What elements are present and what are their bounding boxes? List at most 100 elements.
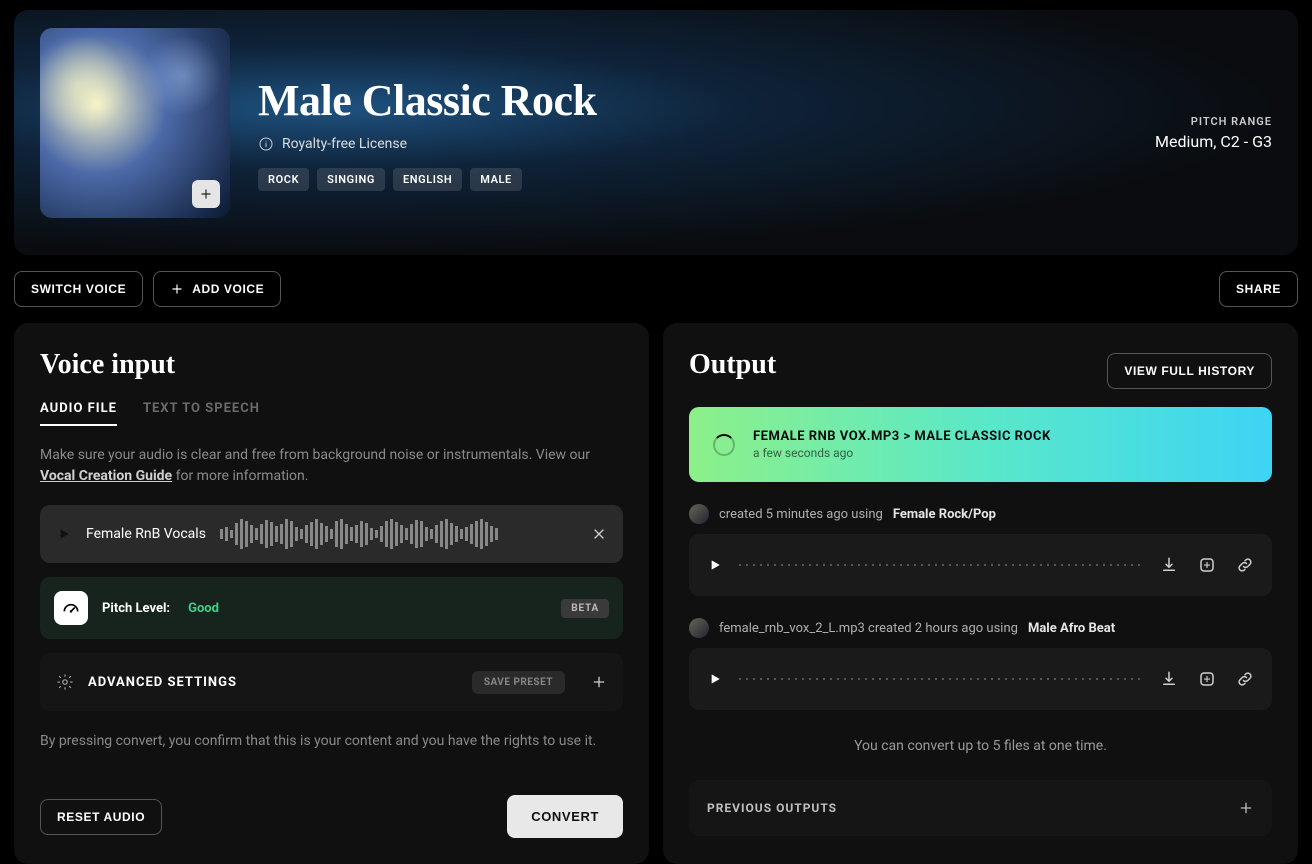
share-label: SHARE (1236, 282, 1281, 296)
tag-item: ROCK (258, 168, 309, 191)
sparkle-icon (1198, 670, 1216, 688)
play-button[interactable] (707, 671, 723, 687)
download-icon (1160, 556, 1178, 574)
enhance-button[interactable] (1198, 670, 1216, 688)
avatar (689, 618, 709, 638)
output-item: female_rnb_vox_2_L.mp3 created 2 hours a… (689, 618, 1272, 710)
tag-item: MALE (470, 168, 522, 191)
share-button[interactable]: SHARE (1219, 271, 1298, 307)
output-panel: Output VIEW FULL HISTORY FEMALE RNB VOX.… (663, 323, 1298, 864)
output-item-prefix: created 5 minutes ago using (719, 507, 883, 522)
pitch-range: PITCH RANGE Medium, C2 - G3 (1155, 115, 1272, 151)
play-icon (56, 526, 72, 542)
license-text: Royalty-free License (282, 136, 407, 152)
pitch-range-label: PITCH RANGE (1155, 115, 1272, 128)
voice-input-title: Voice input (40, 349, 623, 381)
view-full-history-button[interactable]: VIEW FULL HISTORY (1107, 353, 1272, 389)
convert-button[interactable]: CONVERT (507, 795, 623, 838)
audio-player (689, 534, 1272, 596)
help-text-2: for more information. (176, 468, 309, 484)
processing-card: FEMALE RNB VOX.MP3 > MALE CLASSIC ROCK a… (689, 407, 1272, 482)
share-link-button[interactable] (1236, 556, 1254, 574)
help-text: Make sure your audio is clear and free f… (40, 445, 623, 487)
link-icon (1236, 556, 1254, 574)
play-button[interactable] (56, 526, 72, 542)
voice-title: Male Classic Rock (258, 75, 597, 126)
voice-image (40, 28, 230, 218)
play-icon (707, 671, 723, 687)
pitch-level-label: Pitch Level: (102, 601, 170, 616)
reset-audio-button[interactable]: RESET AUDIO (40, 799, 162, 835)
add-image-button[interactable] (192, 180, 220, 208)
player-actions (1160, 670, 1254, 688)
tag-list: ROCK SINGING ENGLISH MALE (258, 168, 597, 191)
info-icon (258, 136, 274, 152)
play-icon (707, 557, 723, 573)
switch-voice-label: SWITCH VOICE (31, 282, 126, 296)
uploaded-audio-row: Female RnB Vocals (40, 505, 623, 563)
previous-outputs-label: PREVIOUS OUTPUTS (707, 801, 837, 815)
convert-hint: You can convert up to 5 files at one tim… (689, 738, 1272, 754)
avatar (689, 504, 709, 524)
audio-file-name: Female RnB Vocals (86, 526, 206, 542)
play-button[interactable] (707, 557, 723, 573)
output-item-voice: Male Afro Beat (1028, 621, 1115, 636)
tag-item: SINGING (317, 168, 385, 191)
voice-hero: Male Classic Rock Royalty-free License R… (14, 10, 1298, 255)
voice-input-panel: Voice input AUDIO FILE TEXT TO SPEECH Ma… (14, 323, 649, 864)
tag-item: ENGLISH (393, 168, 462, 191)
advanced-settings-row[interactable]: ADVANCED SETTINGS SAVE PRESET (40, 653, 623, 711)
pitch-level-value: Good (188, 601, 219, 616)
plus-icon (591, 674, 607, 690)
input-tabs: AUDIO FILE TEXT TO SPEECH (40, 393, 623, 427)
add-preset-button[interactable] (591, 674, 607, 690)
link-icon (1236, 670, 1254, 688)
progress-track[interactable] (739, 678, 1144, 680)
input-footer: RESET AUDIO CONVERT (40, 795, 623, 838)
progress-track[interactable] (739, 564, 1144, 566)
main-columns: Voice input AUDIO FILE TEXT TO SPEECH Ma… (14, 323, 1298, 864)
download-button[interactable] (1160, 556, 1178, 574)
toolbar: SWITCH VOICE ADD VOICE SHARE (14, 271, 1298, 307)
tab-audio-file[interactable]: AUDIO FILE (40, 393, 117, 426)
output-header: Output VIEW FULL HISTORY (689, 349, 1272, 393)
previous-outputs-row[interactable]: PREVIOUS OUTPUTS (689, 780, 1272, 836)
download-icon (1160, 670, 1178, 688)
player-actions (1160, 556, 1254, 574)
plus-icon (1238, 800, 1254, 816)
pitch-level-box: Pitch Level: Good BETA (40, 577, 623, 639)
download-button[interactable] (1160, 670, 1178, 688)
gear-icon (56, 673, 74, 691)
switch-voice-button[interactable]: SWITCH VOICE (14, 271, 143, 307)
plus-icon (199, 187, 213, 201)
processing-time: a few seconds ago (753, 446, 1051, 460)
remove-audio-button[interactable] (591, 526, 607, 542)
output-title: Output (689, 349, 776, 381)
add-voice-label: ADD VOICE (192, 282, 264, 296)
help-text-1: Make sure your audio is clear and free f… (40, 447, 590, 463)
rights-disclaimer: By pressing convert, you confirm that th… (40, 733, 623, 749)
output-meta: female_rnb_vox_2_L.mp3 created 2 hours a… (689, 618, 1272, 638)
tab-text-to-speech[interactable]: TEXT TO SPEECH (143, 393, 260, 426)
sparkle-icon (1198, 556, 1216, 574)
add-voice-button[interactable]: ADD VOICE (153, 271, 281, 307)
pitch-range-value: Medium, C2 - G3 (1155, 132, 1272, 151)
plus-icon (170, 282, 184, 296)
vocal-creation-guide-link[interactable]: Vocal Creation Guide (40, 468, 172, 484)
save-preset-button[interactable]: SAVE PRESET (472, 671, 565, 694)
gauge-icon (54, 591, 88, 625)
spinner-icon (713, 434, 735, 456)
output-item-prefix: female_rnb_vox_2_L.mp3 created 2 hours a… (719, 621, 1018, 636)
close-icon (591, 526, 607, 542)
advanced-settings-label: ADVANCED SETTINGS (88, 675, 237, 690)
license-row: Royalty-free License (258, 136, 597, 152)
beta-badge: BETA (561, 599, 609, 618)
share-link-button[interactable] (1236, 670, 1254, 688)
reset-label: RESET AUDIO (57, 810, 145, 824)
hero-content: Male Classic Rock Royalty-free License R… (258, 28, 597, 237)
output-meta: created 5 minutes ago using Female Rock/… (689, 504, 1272, 524)
view-history-label: VIEW FULL HISTORY (1124, 364, 1255, 378)
processing-title: FEMALE RNB VOX.MP3 > MALE CLASSIC ROCK (753, 429, 1051, 444)
enhance-button[interactable] (1198, 556, 1216, 574)
waveform[interactable] (220, 516, 577, 552)
